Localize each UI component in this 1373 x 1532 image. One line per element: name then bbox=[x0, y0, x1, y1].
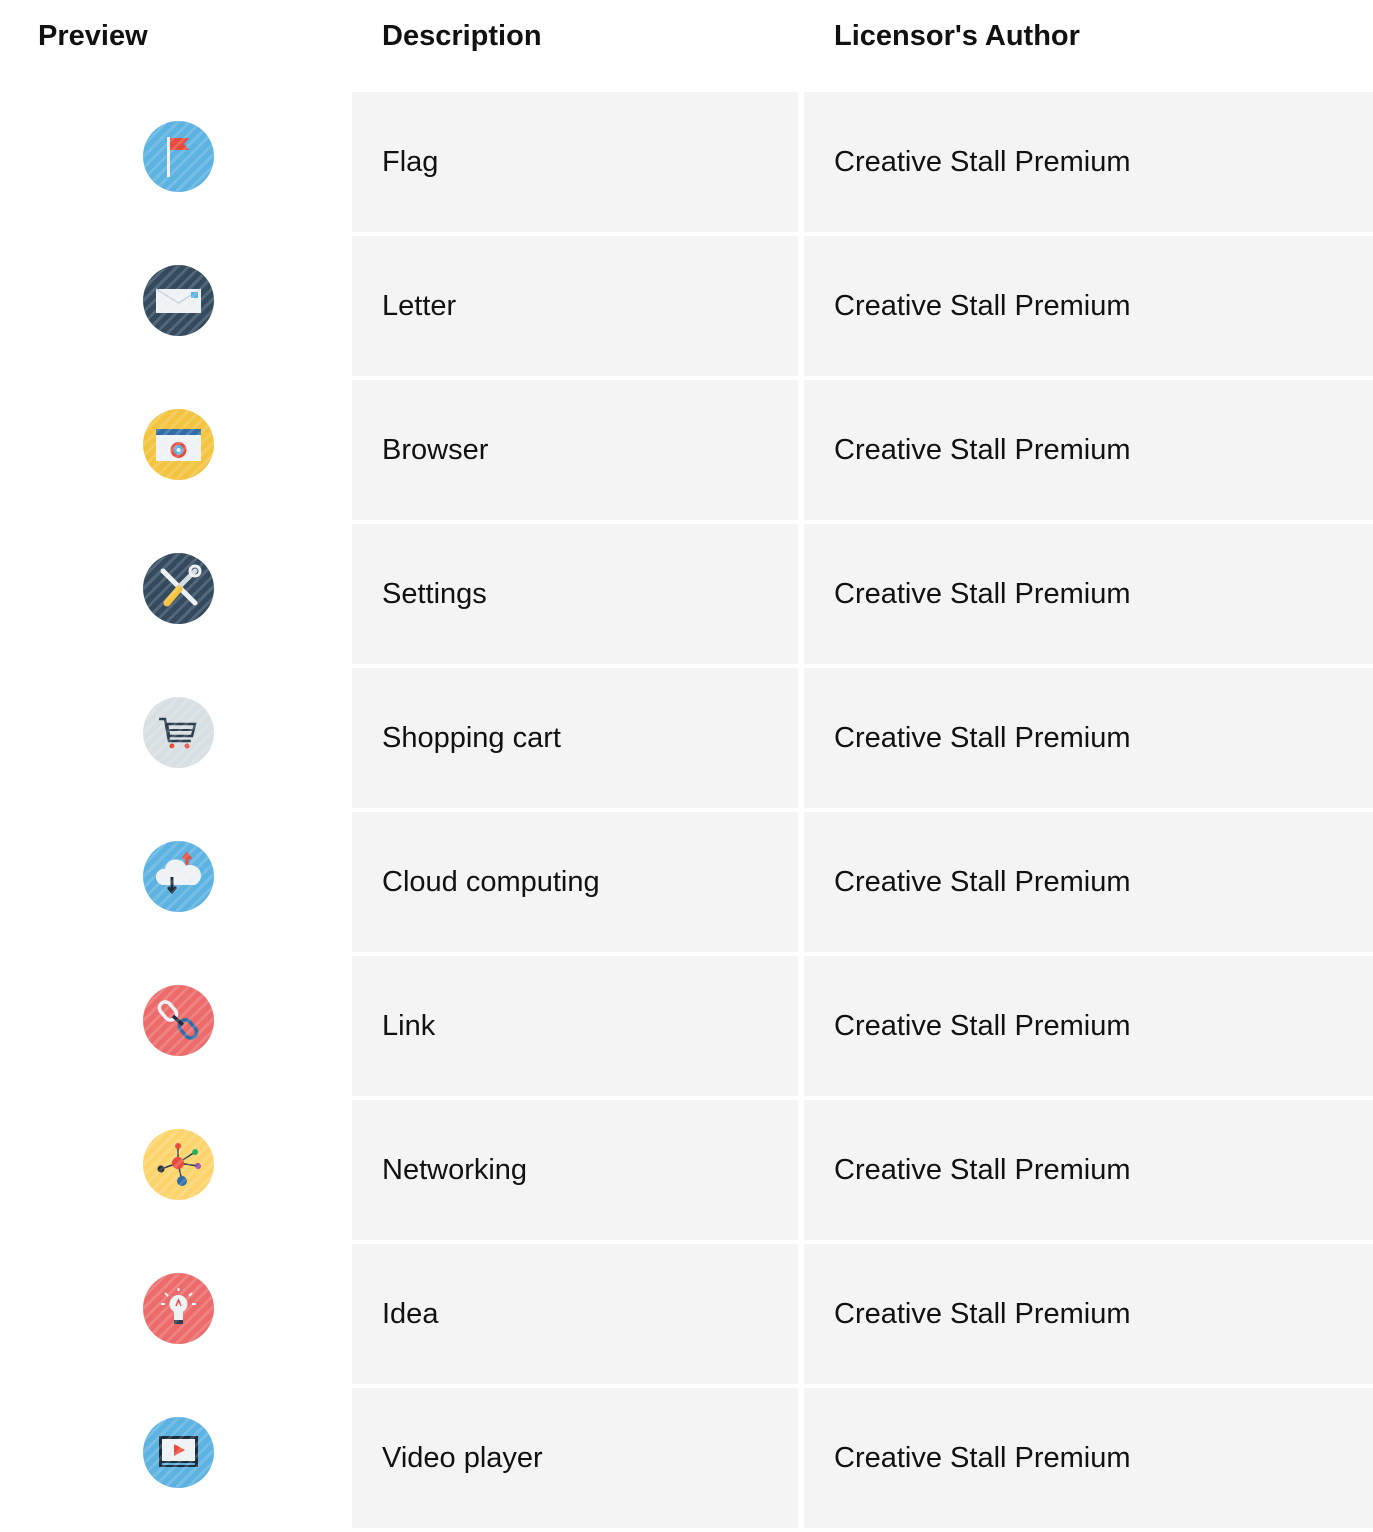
description-cell: Shopping cart bbox=[352, 668, 798, 808]
table-row: Browser Creative Stall Premium bbox=[0, 380, 1373, 520]
author-cell: Creative Stall Premium bbox=[804, 1388, 1373, 1528]
preview-cell bbox=[0, 812, 352, 952]
table-row: Cloud computing Creative Stall Premium bbox=[0, 812, 1373, 952]
cloud-computing-icon bbox=[143, 841, 214, 912]
preview-column-header: Preview bbox=[38, 20, 148, 52]
description-cell: Cloud computing bbox=[352, 812, 798, 952]
table-body: Flag Creative Stall Premium Letter Creat… bbox=[0, 92, 1373, 1532]
table-row: Link Creative Stall Premium bbox=[0, 956, 1373, 1096]
description-cell: Settings bbox=[352, 524, 798, 664]
preview-cell bbox=[0, 380, 352, 520]
author-cell: Creative Stall Premium bbox=[804, 668, 1373, 808]
browser-icon bbox=[143, 409, 214, 480]
author-cell: Creative Stall Premium bbox=[804, 236, 1373, 376]
author-cell: Creative Stall Premium bbox=[804, 956, 1373, 1096]
idea-icon bbox=[143, 1273, 214, 1344]
settings-icon bbox=[143, 553, 214, 624]
description-cell: Networking bbox=[352, 1100, 798, 1240]
table-header: Preview Description Licensor's Author bbox=[0, 0, 1373, 76]
letter-icon bbox=[143, 265, 214, 336]
author-cell: Creative Stall Premium bbox=[804, 92, 1373, 232]
table-row: Flag Creative Stall Premium bbox=[0, 92, 1373, 232]
author-cell: Creative Stall Premium bbox=[804, 812, 1373, 952]
table-row: Settings Creative Stall Premium bbox=[0, 524, 1373, 664]
author-cell: Creative Stall Premium bbox=[804, 1100, 1373, 1240]
networking-icon bbox=[143, 1129, 214, 1200]
preview-cell bbox=[0, 92, 352, 232]
preview-cell bbox=[0, 1388, 352, 1528]
description-cell: Video player bbox=[352, 1388, 798, 1528]
description-cell: Idea bbox=[352, 1244, 798, 1384]
preview-cell bbox=[0, 236, 352, 376]
video-player-icon bbox=[143, 1417, 214, 1488]
preview-cell bbox=[0, 1244, 352, 1384]
table-row: Networking Creative Stall Premium bbox=[0, 1100, 1373, 1240]
shopping-cart-icon bbox=[143, 697, 214, 768]
table-row: Letter Creative Stall Premium bbox=[0, 236, 1373, 376]
description-cell: Letter bbox=[352, 236, 798, 376]
description-cell: Link bbox=[352, 956, 798, 1096]
author-column-header: Licensor's Author bbox=[834, 20, 1080, 52]
preview-cell bbox=[0, 524, 352, 664]
table-row: Shopping cart Creative Stall Premium bbox=[0, 668, 1373, 808]
description-column-header: Description bbox=[382, 20, 542, 52]
table-row: Idea Creative Stall Premium bbox=[0, 1244, 1373, 1384]
description-cell: Browser bbox=[352, 380, 798, 520]
table-row: Video player Creative Stall Premium bbox=[0, 1388, 1373, 1528]
preview-cell bbox=[0, 1100, 352, 1240]
preview-cell bbox=[0, 668, 352, 808]
author-cell: Creative Stall Premium bbox=[804, 1244, 1373, 1384]
author-cell: Creative Stall Premium bbox=[804, 524, 1373, 664]
author-cell: Creative Stall Premium bbox=[804, 380, 1373, 520]
flag-icon bbox=[143, 121, 214, 192]
description-cell: Flag bbox=[352, 92, 798, 232]
link-icon bbox=[143, 985, 214, 1056]
preview-cell bbox=[0, 956, 352, 1096]
